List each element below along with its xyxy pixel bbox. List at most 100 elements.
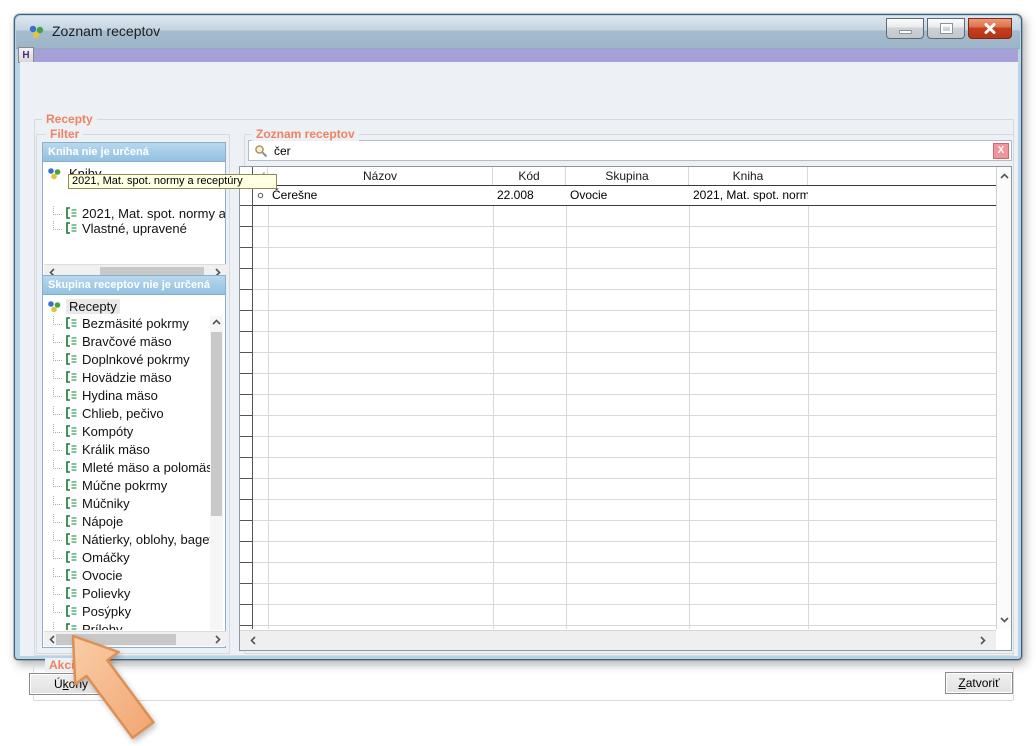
app-window: Zoznam receptov H Recepty Filter Zoznam … xyxy=(14,14,1022,660)
tree-root-recepty[interactable]: Recepty xyxy=(43,298,225,314)
book-icon xyxy=(65,461,78,473)
groups-tree-items: Bezmäsité pokrmy Bravčové mäso xyxy=(43,314,225,630)
tree-connector xyxy=(53,496,62,505)
minimize-button[interactable] xyxy=(886,18,924,39)
scroll-right-icon[interactable] xyxy=(977,635,988,646)
tree-root-icon xyxy=(47,300,62,313)
window-title: Zoznam receptov xyxy=(52,23,160,39)
column-header-kod[interactable]: Kód xyxy=(493,167,566,185)
grid-column-line xyxy=(268,185,269,629)
tree-item-label: Ovocie xyxy=(82,568,122,583)
tree-item-book[interactable]: Vlastné, upravené xyxy=(43,219,187,237)
close-button[interactable] xyxy=(968,18,1012,39)
tree-item-group[interactable]: Ovocie xyxy=(43,566,225,584)
tree-item-label: Omáčky xyxy=(82,550,130,565)
grid-column-line xyxy=(566,185,567,629)
grid-lines xyxy=(253,185,996,629)
titlebar[interactable]: Zoznam receptov xyxy=(16,16,1020,49)
tree-connector xyxy=(53,550,62,559)
cell-kod: 22.008 xyxy=(497,186,563,205)
maximize-icon xyxy=(941,24,952,33)
row-indicator-column xyxy=(240,185,253,629)
scroll-down-icon[interactable] xyxy=(999,614,1010,625)
tree-connector xyxy=(53,370,62,379)
tree-item-label: Múčne pokrmy xyxy=(82,478,167,493)
clear-search-button[interactable]: X xyxy=(993,143,1009,159)
group-filter-panel: Skupina receptov nie je určená Recepty xyxy=(42,275,226,648)
book-icon xyxy=(65,207,78,219)
tree-item-label: Polievky xyxy=(82,586,130,601)
tree-item-group[interactable]: Mleté mäso a polomäsi xyxy=(43,458,225,476)
cell-kniha: 2021, Mat. spot. normy a xyxy=(693,186,808,205)
group-panel-header: Skupina receptov nie je určená xyxy=(43,276,225,295)
groups-tree: Recepty Bezmäsité pokrmy xyxy=(43,295,225,630)
tree-connector xyxy=(53,532,62,541)
tree-connector xyxy=(53,424,62,433)
maximize-button[interactable] xyxy=(927,18,965,39)
tooltip: 2021, Mat. spot. normy a receptúry xyxy=(68,174,277,189)
book-icon xyxy=(65,222,78,234)
minimize-icon xyxy=(899,30,912,34)
column-header-skupina[interactable]: Skupina xyxy=(566,167,689,185)
recipes-group-label: Zoznam receptov xyxy=(252,127,359,141)
book-icon xyxy=(65,389,78,401)
tree-item-group[interactable]: Hovädzie mäso xyxy=(43,368,225,386)
tree-connector xyxy=(53,478,62,487)
tree-item-group[interactable]: Bravčové mäso xyxy=(43,332,225,350)
book-icon xyxy=(65,371,78,383)
grid-column-line xyxy=(689,185,690,629)
tree-item-group[interactable]: Chlieb, pečivo xyxy=(43,404,225,422)
tree-item-label: Kompóty xyxy=(82,424,133,439)
tree-item-group[interactable]: Múčne pokrmy xyxy=(43,476,225,494)
tree-connector xyxy=(53,221,62,230)
h-button[interactable]: H xyxy=(18,47,34,63)
book-icon xyxy=(65,425,78,437)
group-panel-vscrollbar[interactable] xyxy=(210,316,223,630)
actions-groupbox xyxy=(33,665,1014,701)
search-input[interactable] xyxy=(274,142,993,159)
tree-item-group[interactable]: Kompóty xyxy=(43,422,225,440)
window-content: Recepty Filter Zoznam receptov Akcie Kni… xyxy=(20,62,1018,656)
tree-item-label: Hovädzie mäso xyxy=(82,370,172,385)
table-header: Názov Kód Skupina Kniha xyxy=(240,167,1011,185)
tree-connector xyxy=(53,388,62,397)
tree-item-group[interactable]: Nápoje xyxy=(43,512,225,530)
scroll-thumb[interactable] xyxy=(211,332,222,516)
cell-skupina: Ovocie xyxy=(570,186,688,205)
column-header-kniha[interactable]: Kniha xyxy=(689,167,808,185)
tree-root-icon xyxy=(47,167,62,180)
book-filter-panel: Kniha nie je určená Knihy xyxy=(42,142,226,281)
tree-item-label: Bravčové mäso xyxy=(82,334,172,349)
tree-item-group[interactable]: Králik mäso xyxy=(43,440,225,458)
book-panel-header: Kniha nie je určená xyxy=(43,143,225,162)
book-icon xyxy=(65,551,78,563)
scroll-right-icon[interactable] xyxy=(212,634,223,645)
column-header-nazov[interactable]: Názov xyxy=(268,167,493,185)
recepty-group-label: Recepty xyxy=(42,112,97,126)
menu-strip xyxy=(20,49,1018,62)
book-icon xyxy=(65,515,78,527)
tree-item-group[interactable]: Hydina mäso xyxy=(43,386,225,404)
tree-item-group[interactable]: Doplnkové pokrmy xyxy=(43,350,225,368)
book-icon xyxy=(65,353,78,365)
tree-connector xyxy=(53,586,62,595)
table-vscrollbar[interactable] xyxy=(996,167,1011,629)
table-hscrollbar[interactable] xyxy=(240,630,996,650)
grid-column-line xyxy=(493,185,494,629)
table-row[interactable]: Čerešne 22.008 Ovocie 2021, Mat. spot. n… xyxy=(253,185,996,206)
tree-connector xyxy=(53,568,62,577)
tree-item-group[interactable]: Omáčky xyxy=(43,548,225,566)
scroll-up-icon[interactable] xyxy=(211,317,222,328)
zatvorit-button[interactable]: Zatvoriť xyxy=(945,672,1013,694)
tree-item-group[interactable]: Nátierky, oblohy, bagety xyxy=(43,530,225,548)
tree-item-group[interactable]: Bezmäsité pokrmy xyxy=(43,314,225,332)
zatvorit-label-post: atvoriť xyxy=(966,676,1000,690)
scroll-up-icon[interactable] xyxy=(999,171,1010,182)
tree-connector xyxy=(53,352,62,361)
book-icon xyxy=(65,497,78,509)
caption-buttons xyxy=(886,18,1012,39)
book-icon xyxy=(65,533,78,545)
scroll-left-icon[interactable] xyxy=(248,635,259,646)
search-icon xyxy=(254,144,268,158)
tree-item-group[interactable]: Múčniky xyxy=(43,494,225,512)
